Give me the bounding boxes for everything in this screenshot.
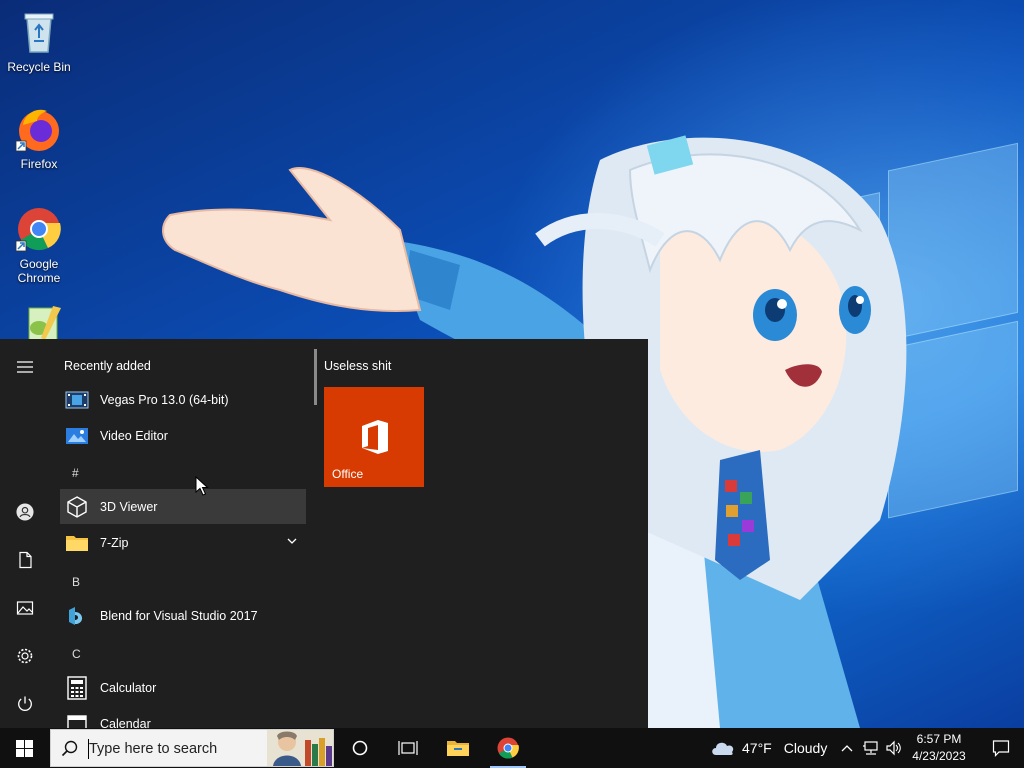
volume-button[interactable]: [884, 728, 904, 768]
hamburger-menu-button[interactable]: [0, 347, 50, 387]
chrome-taskbar-button[interactable]: [484, 728, 532, 768]
start-menu: Recently added Vegas Pro 13.0 (64-bit) V…: [0, 339, 648, 728]
app-item-label: Vegas Pro 13.0 (64-bit): [100, 392, 229, 407]
chevron-down-icon[interactable]: [286, 535, 298, 547]
cortana-button[interactable]: [336, 728, 384, 768]
app-item-vegas-pro[interactable]: Vegas Pro 13.0 (64-bit): [60, 382, 306, 417]
app-item-label: Video Editor: [100, 428, 168, 443]
desktop-icon-google-chrome[interactable]: Google Chrome: [1, 205, 77, 285]
power-icon: [18, 696, 32, 711]
mouse-cursor-icon: [195, 476, 209, 496]
app-item-label: 7-Zip: [100, 535, 129, 550]
hamburger-icon: [17, 361, 33, 373]
blend-icon: [69, 606, 83, 625]
app-item-calculator[interactable]: Calculator: [60, 670, 306, 705]
user-icon: [16, 503, 34, 521]
firefox-icon: [15, 109, 59, 152]
app-item-video-editor[interactable]: Video Editor: [60, 418, 306, 453]
gear-icon: [17, 648, 33, 664]
chrome-icon: [15, 208, 61, 252]
taskbar-search[interactable]: [50, 729, 334, 767]
app-list: Recently added Vegas Pro 13.0 (64-bit) V…: [56, 339, 312, 728]
show-hidden-icons-button[interactable]: [838, 728, 856, 768]
folder-icon: [66, 535, 88, 551]
tile-label: Office: [332, 467, 364, 481]
recycle-bin-icon: [24, 13, 54, 53]
cortana-circle-icon: [352, 740, 368, 756]
settings-button[interactable]: [0, 636, 50, 676]
taskbar: 47°F Cloudy 6:57 PM 4/23/2023: [0, 728, 1024, 768]
chrome-icon: [497, 737, 519, 759]
clock-time: 6:57 PM: [916, 732, 962, 746]
tile-group-title[interactable]: Useless shit: [324, 359, 391, 373]
desktop-icon-firefox[interactable]: Firefox: [1, 105, 77, 171]
account-button[interactable]: [0, 492, 50, 532]
search-icon: [61, 740, 78, 757]
clock-date: 4/23/2023: [912, 749, 966, 763]
file-explorer-icon: [447, 741, 469, 756]
action-center-button[interactable]: [978, 728, 1024, 768]
app-item-label: Blend for Visual Studio 2017: [100, 608, 258, 623]
app-item-calendar[interactable]: Calendar: [60, 706, 306, 728]
weather-condition: Cloudy: [783, 740, 828, 756]
letter-header-b[interactable]: B: [72, 575, 80, 589]
cloud-icon: [712, 742, 734, 755]
office-icon: [362, 420, 388, 454]
start-button[interactable]: [0, 728, 48, 768]
app-item-label: 3D Viewer: [100, 499, 158, 514]
desktop-icon-label: Google Chrome: [17, 257, 61, 285]
app-item-7-zip[interactable]: 7-Zip: [60, 525, 306, 560]
task-view-icon: [398, 741, 418, 755]
desktop-icon-label: Firefox: [20, 157, 58, 171]
start-rail: [0, 339, 50, 728]
weather-temp: 47°F: [742, 740, 772, 756]
desktop-icon-recycle-bin[interactable]: Recycle Bin: [1, 8, 77, 74]
pictures-button[interactable]: [0, 588, 50, 628]
desktop-icon-label: Recycle Bin: [7, 60, 71, 74]
recently-added-heading: Recently added: [64, 359, 151, 373]
video-editor-icon: [66, 427, 88, 444]
weather-widget[interactable]: 47°F Cloudy: [710, 728, 827, 768]
clock[interactable]: 6:57 PM 4/23/2023: [902, 731, 976, 765]
cube-icon: [67, 495, 87, 518]
file-explorer-button[interactable]: [434, 728, 482, 768]
tiles-area: Useless shit Office: [324, 339, 644, 728]
letter-header-c[interactable]: C: [72, 647, 81, 661]
app-list-scrollbar[interactable]: [314, 349, 317, 405]
app-item-blend[interactable]: Blend for Visual Studio 2017: [60, 598, 306, 633]
power-button[interactable]: [0, 684, 50, 724]
chevron-up-icon: [841, 745, 853, 752]
speaker-icon: [886, 740, 901, 756]
calendar-icon: [67, 714, 87, 728]
search-highlight-illustration-icon[interactable]: [267, 730, 333, 766]
notification-icon: [992, 740, 1010, 757]
film-icon: [65, 391, 89, 408]
windows-logo-icon: [15, 739, 33, 757]
calculator-icon: [67, 675, 87, 700]
search-input[interactable]: [89, 736, 279, 762]
network-button[interactable]: [860, 728, 882, 768]
app-item-3d-viewer[interactable]: 3D Viewer: [60, 489, 306, 524]
letter-header-hash[interactable]: #: [72, 466, 79, 480]
network-icon: [863, 741, 878, 755]
document-icon: [19, 551, 32, 569]
app-item-label: Calculator: [100, 680, 157, 695]
tile-office[interactable]: Office: [324, 387, 424, 487]
task-view-button[interactable]: [384, 728, 432, 768]
app-item-label: Calendar: [100, 716, 151, 729]
picture-icon: [16, 601, 34, 615]
documents-button[interactable]: [0, 540, 50, 580]
